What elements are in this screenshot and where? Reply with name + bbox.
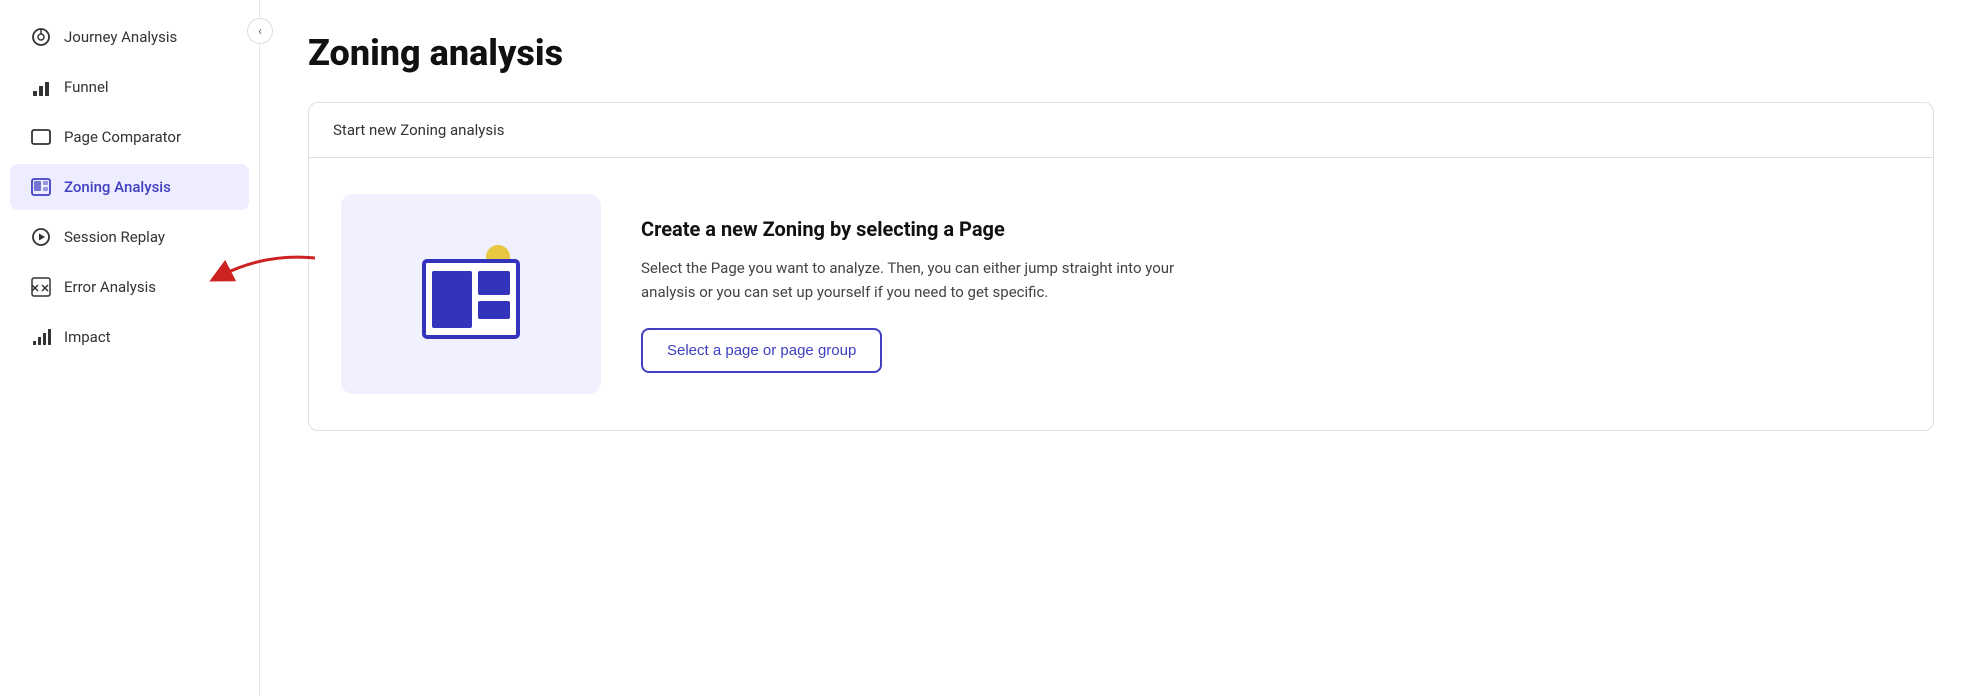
sidebar-item-label: Impact (64, 328, 111, 346)
create-title: Create a new Zoning by selecting a Page (641, 216, 1901, 242)
sidebar-item-impact[interactable]: Impact (10, 314, 249, 360)
sidebar-item-label: Zoning Analysis (64, 178, 171, 196)
sidebar-item-funnel[interactable]: Funnel (10, 64, 249, 110)
sidebar-item-label: Session Replay (64, 228, 165, 246)
impact-icon (30, 326, 52, 348)
card-body: Create a new Zoning by selecting a Page … (309, 158, 1933, 430)
sidebar-item-label: Journey Analysis (64, 28, 177, 46)
sidebar-item-page-comparator[interactable]: Page Comparator (10, 114, 249, 160)
replay-icon (30, 226, 52, 248)
select-page-button[interactable]: Select a page or page group (641, 328, 882, 373)
sidebar: ‹ Journey Analysis Funnel (0, 0, 260, 696)
create-description: Select the Page you want to analyze. The… (641, 256, 1181, 304)
sidebar-item-zoning-analysis[interactable]: Zoning Analysis (10, 164, 249, 210)
sidebar-collapse-button[interactable]: ‹ (247, 18, 273, 44)
card-header: Start new Zoning analysis (309, 103, 1933, 158)
error-icon (30, 276, 52, 298)
main-content: Zoning analysis Start new Zoning analysi… (260, 0, 1982, 696)
card-header-text: Start new Zoning analysis (333, 121, 505, 139)
sidebar-item-label: Funnel (64, 78, 109, 96)
content-info: Create a new Zoning by selecting a Page … (641, 216, 1901, 373)
sidebar-item-label: Page Comparator (64, 128, 181, 146)
funnel-icon (30, 76, 52, 98)
illustration-box (341, 194, 601, 394)
zoning-illustration (406, 239, 536, 349)
sidebar-item-session-replay[interactable]: Session Replay (10, 214, 249, 260)
zoning-icon (30, 176, 52, 198)
zoning-card: Start new Zoning analysis Create (308, 102, 1934, 431)
collapse-icon: ‹ (258, 24, 262, 38)
sidebar-item-error-analysis[interactable]: Error Analysis (10, 264, 249, 310)
comparator-icon (30, 126, 52, 148)
journey-icon (30, 26, 52, 48)
sidebar-item-label: Error Analysis (64, 278, 156, 296)
sidebar-item-journey-analysis[interactable]: Journey Analysis (10, 14, 249, 60)
page-title: Zoning analysis (308, 32, 1934, 74)
